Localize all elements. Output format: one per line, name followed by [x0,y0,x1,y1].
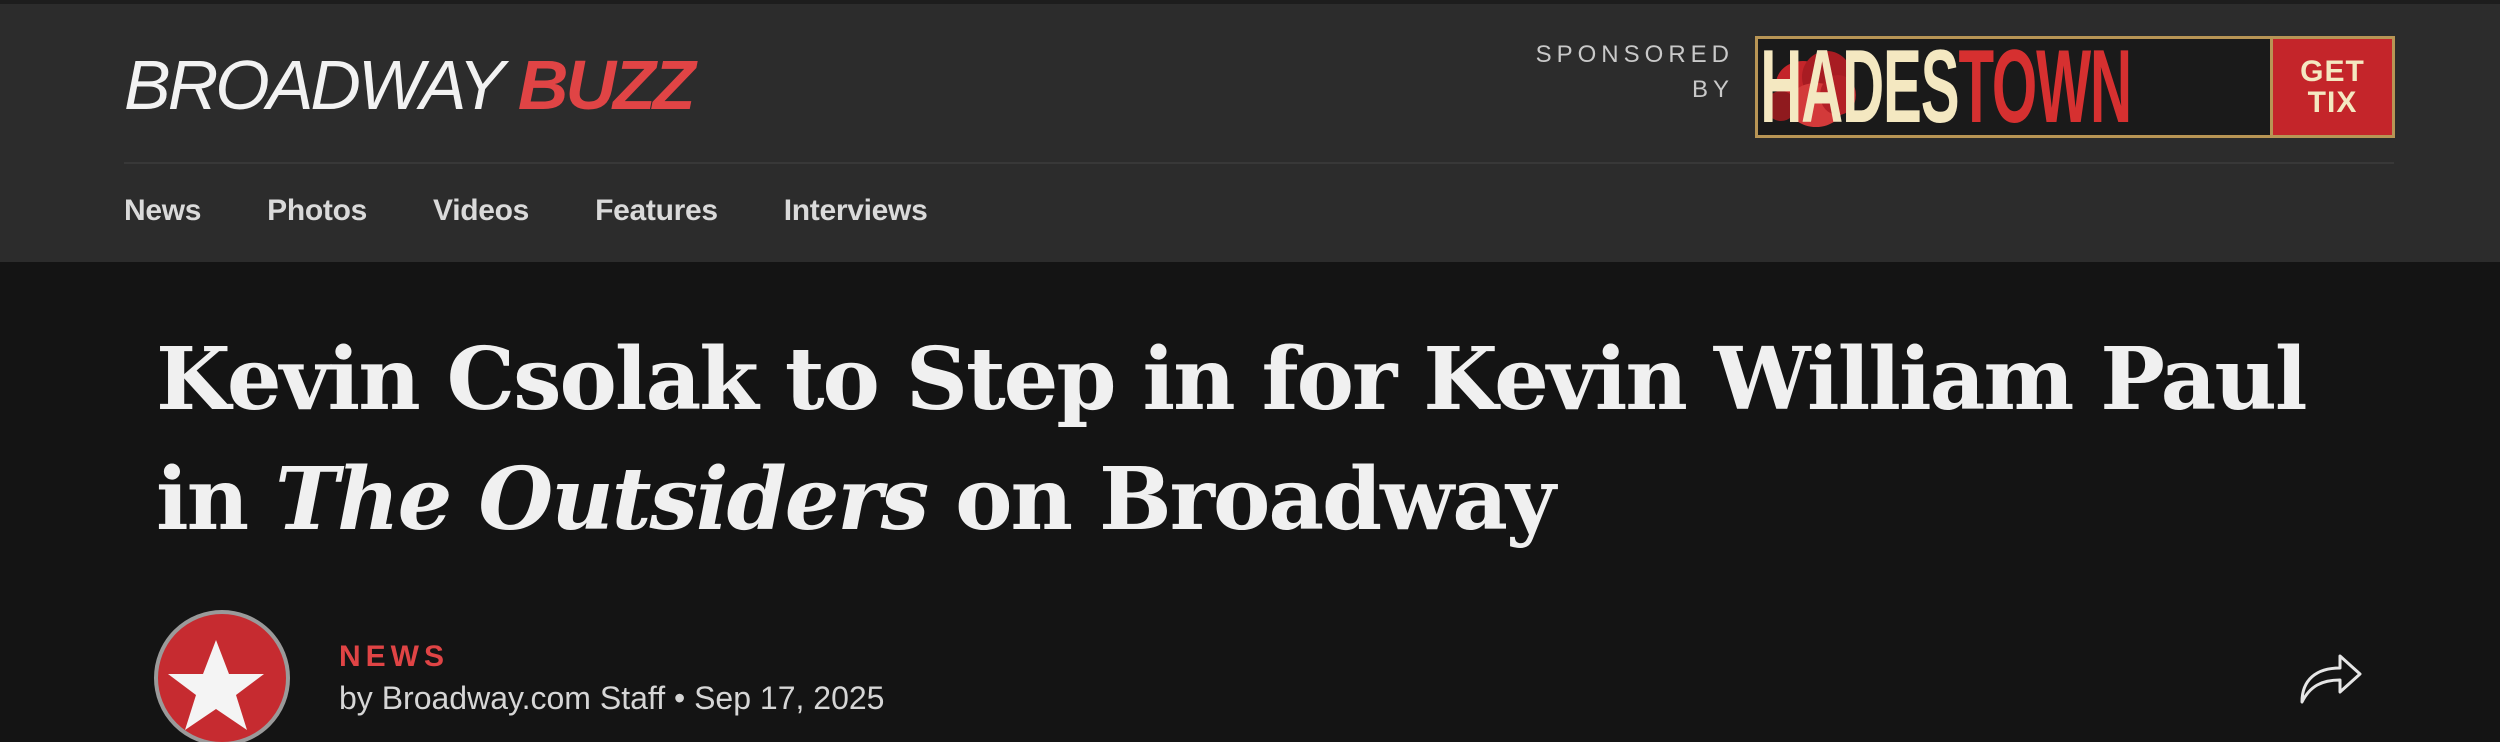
get-tix-line1: GET [2300,54,2365,88]
ad-title-hades: HADES [1760,36,1959,138]
logo-text-buzz: BUZZ [517,46,696,124]
nav-item-interviews[interactable]: Interviews [784,194,928,228]
get-tix-line2: TIX [2307,86,2358,119]
site-header: BROADWAY BUZZ SPONSORED BY HADES TOWN GET… [0,4,2500,262]
author-avatar[interactable] [154,610,290,742]
nav-item-photos[interactable]: Photos [267,194,367,228]
nav-item-videos[interactable]: Videos [433,194,529,228]
sponsor-label: SPONSORED BY [1534,38,1734,108]
star-icon [168,640,264,730]
nav-item-news[interactable]: News [124,194,201,228]
nav-item-features[interactable]: Features [595,194,718,228]
share-arrow-icon[interactable] [2296,644,2366,708]
header-divider [124,162,2394,164]
article-headline: Kevin Csolak to Step in for Kevin Willia… [156,320,2356,560]
headline-show-title: The Outsiders [275,449,929,550]
site-logo[interactable]: BROADWAY BUZZ [124,40,696,130]
sponsor-label-line2: BY [1691,75,1734,103]
ad-title-town: TOWN [1958,36,2132,138]
article-category[interactable]: NEWS [339,640,449,674]
sponsor-ad-banner[interactable]: HADES TOWN GET TIX [1755,36,2395,138]
headline-part2: on Broadway [955,449,1556,550]
ad-title: HADES TOWN [1758,36,2132,138]
main-nav: News Photos Videos Features Interviews [124,194,928,228]
sponsor-label-line1: SPONSORED [1535,41,1734,68]
article-byline: by Broadway.com Staff • Sep 17, 2025 [339,680,885,716]
logo-text-broadway: BROADWAY [124,46,505,124]
get-tix-button[interactable]: GET TIX [2270,39,2392,135]
